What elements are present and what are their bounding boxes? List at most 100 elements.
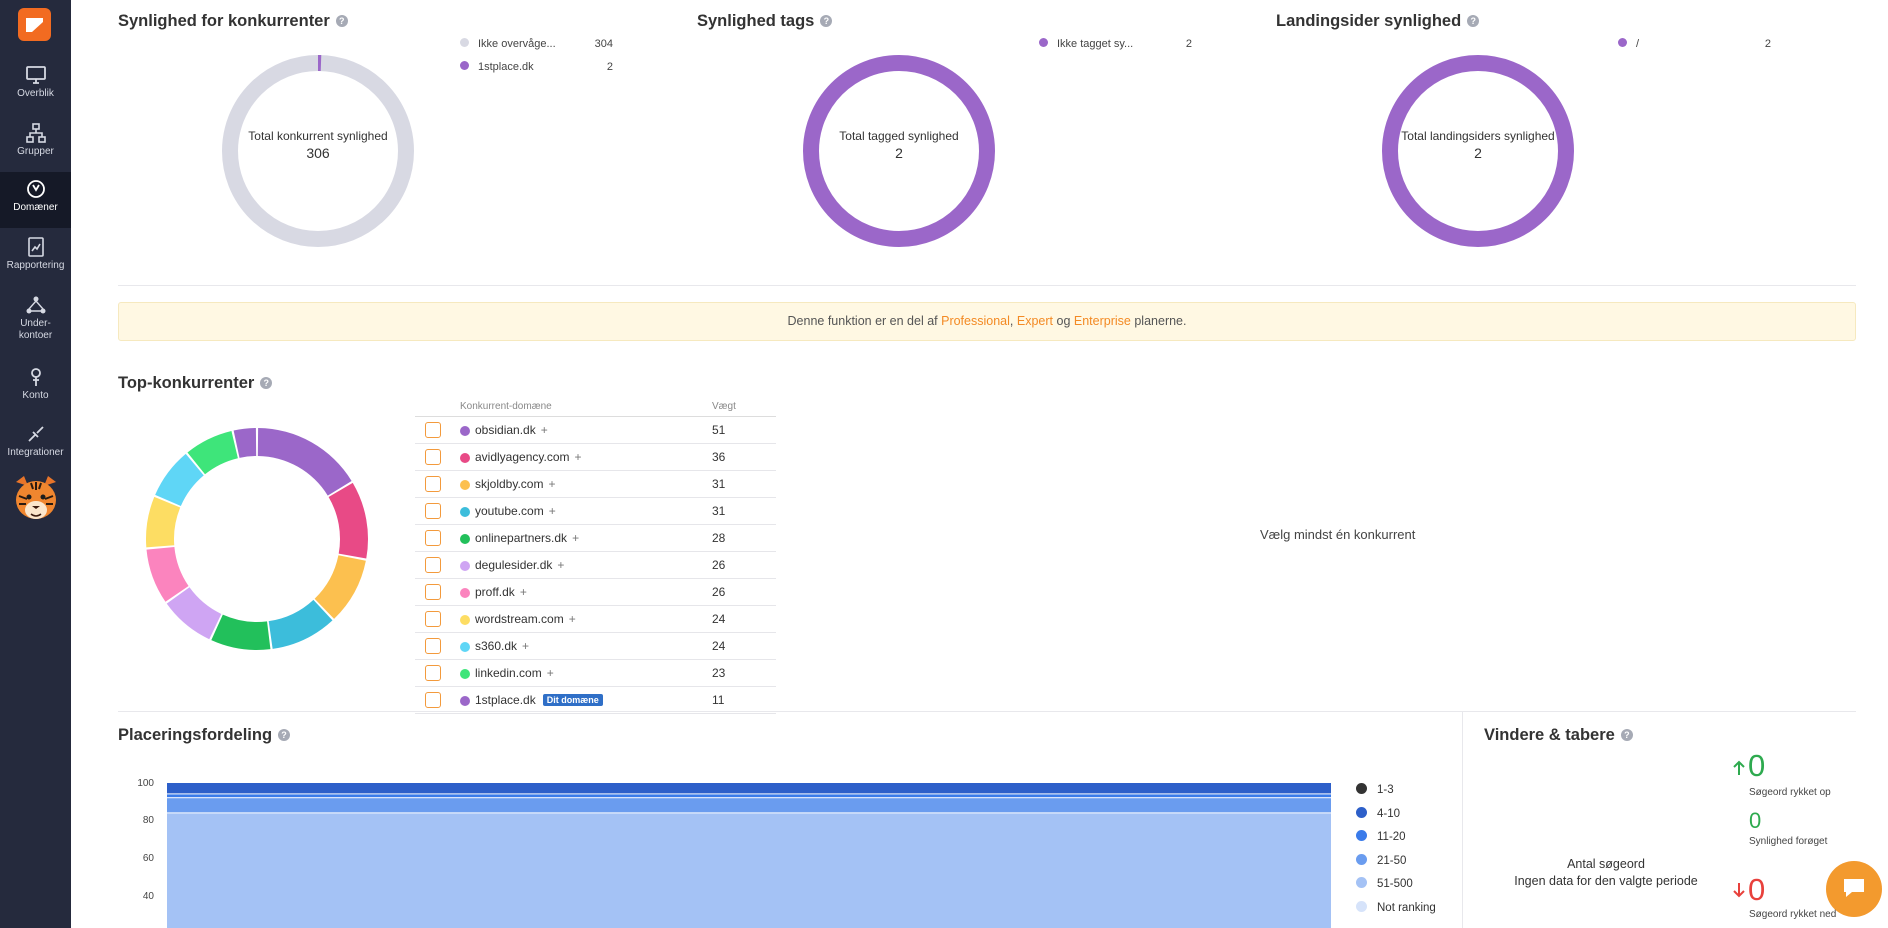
- plan-enterprise-link[interactable]: Enterprise: [1074, 314, 1131, 328]
- help-icon[interactable]: ?: [1467, 15, 1480, 27]
- sidebar-item-subaccounts[interactable]: Under- kontoer: [0, 288, 71, 354]
- competitor-weight: 26: [712, 558, 726, 572]
- plan-expert-link[interactable]: Expert: [1017, 314, 1053, 328]
- add-competitor-icon[interactable]: +: [520, 585, 527, 599]
- add-competitor-icon[interactable]: +: [541, 423, 548, 437]
- add-competitor-icon[interactable]: +: [522, 639, 529, 653]
- series-color-dot: [460, 534, 470, 544]
- competitor-domain[interactable]: obsidian.dk +: [475, 423, 548, 437]
- sidebar-item-integrations[interactable]: Integrationer: [0, 417, 71, 473]
- competitor-domain[interactable]: s360.dk +: [475, 639, 529, 653]
- legend-item[interactable]: 51-500: [1356, 877, 1413, 890]
- series-color-dot: [460, 561, 470, 571]
- table-row: 1stplace.dk Dit domæne 11: [415, 687, 776, 714]
- competitor-domain[interactable]: wordstream.com +: [475, 612, 576, 626]
- add-competitor-icon[interactable]: +: [572, 531, 579, 545]
- add-competitor-icon[interactable]: +: [575, 450, 582, 464]
- help-icon[interactable]: ?: [278, 729, 291, 741]
- sidebar-item-domains[interactable]: Domæner: [0, 172, 71, 228]
- legend-item[interactable]: Ikke tagget sy... 2: [1039, 38, 1192, 50]
- area-series-11-20[interactable]: [167, 794, 1331, 798]
- help-icon[interactable]: ?: [335, 15, 348, 27]
- donut-slice[interactable]: [314, 555, 366, 619]
- legend-item[interactable]: Not ranking: [1356, 900, 1436, 914]
- competitor-checkbox[interactable]: [425, 692, 441, 708]
- donut-slice[interactable]: [211, 614, 271, 650]
- competitor-checkbox[interactable]: [425, 476, 441, 492]
- table-row: onlinepartners.dk + 28: [415, 525, 776, 552]
- competitor-checkbox[interactable]: [425, 665, 441, 681]
- add-competitor-icon[interactable]: +: [547, 666, 554, 680]
- competitor-checkbox[interactable]: [425, 449, 441, 465]
- add-competitor-icon[interactable]: +: [557, 558, 564, 572]
- competitor-checkbox[interactable]: [425, 584, 441, 600]
- competitor-checkbox[interactable]: [425, 611, 441, 627]
- divider: [118, 285, 1856, 286]
- sidebar-item-groups[interactable]: Grupper: [0, 116, 71, 172]
- competitor-checkbox[interactable]: [425, 530, 441, 546]
- competitor-domain[interactable]: youtube.com +: [475, 504, 556, 518]
- sidebar: Overblik Grupper Domæner Rapportering Un…: [0, 0, 71, 928]
- series-color-dot: [460, 480, 470, 490]
- help-icon[interactable]: ?: [820, 15, 833, 27]
- competitor-domain[interactable]: degulesider.dk +: [475, 558, 564, 572]
- sidebar-item-account[interactable]: Konto: [0, 360, 71, 416]
- competitor-checkbox[interactable]: [425, 503, 441, 519]
- arrow-up-icon: [1733, 760, 1745, 775]
- sidebar-item-reporting[interactable]: Rapportering: [0, 230, 71, 286]
- area-series-51-500[interactable]: [167, 813, 1331, 928]
- add-competitor-icon[interactable]: +: [549, 504, 556, 518]
- competitor-checkbox[interactable]: [425, 557, 441, 573]
- column-header-weight[interactable]: Vægt: [712, 401, 736, 412]
- competitor-domain[interactable]: avidlyagency.com +: [475, 450, 582, 464]
- accuranker-logo[interactable]: [18, 8, 51, 41]
- competitor-checkbox[interactable]: [425, 422, 441, 438]
- tiger-mascot-icon[interactable]: [10, 472, 62, 528]
- competitor-weight: 51: [712, 423, 726, 437]
- legend-item[interactable]: /2: [1618, 38, 1771, 50]
- landing-visibility-center: Total landingsiders synlighed 2: [1401, 129, 1555, 161]
- competitor-domain[interactable]: proff.dk +: [475, 585, 527, 599]
- area-series-21-50[interactable]: [167, 798, 1331, 813]
- legend-item[interactable]: 1stplace.dk 2: [460, 61, 613, 73]
- legend-item[interactable]: 4-10: [1356, 806, 1400, 820]
- area-series-4-10[interactable]: [167, 783, 1331, 794]
- sidebar-item-overview[interactable]: Overblik: [0, 58, 71, 114]
- competitor-weight: 11: [712, 693, 725, 707]
- series-color-dot: [460, 696, 470, 706]
- competitor-domain[interactable]: 1stplace.dk Dit domæne: [475, 693, 603, 707]
- competitor-domain[interactable]: onlinepartners.dk +: [475, 531, 579, 545]
- donut-slice[interactable]: [233, 428, 257, 458]
- competitor-weight: 28: [712, 531, 726, 545]
- table-row: wordstream.com + 24: [415, 606, 776, 633]
- competitor-weight: 24: [712, 612, 726, 626]
- legend-item[interactable]: 11-20: [1356, 830, 1406, 843]
- legend-item[interactable]: 21-50: [1356, 853, 1406, 867]
- column-header-domain[interactable]: Konkurrent-domæne: [460, 401, 552, 412]
- y-tick-label: 60: [142, 853, 154, 864]
- donut-slice[interactable]: [328, 482, 368, 559]
- table-header: Konkurrent-domæne Vægt: [415, 397, 776, 417]
- table-row: skjoldby.com + 31: [415, 471, 776, 498]
- series-color-dot: [460, 426, 470, 436]
- donut-slice[interactable]: [257, 428, 352, 496]
- competitor-domain[interactable]: linkedin.com +: [475, 666, 554, 680]
- add-competitor-icon[interactable]: +: [548, 477, 555, 491]
- divider: [118, 711, 1856, 712]
- help-icon[interactable]: ?: [1620, 729, 1633, 741]
- table-row: s360.dk + 24: [415, 633, 776, 660]
- keywords-down-label: Søgeord rykket ned: [1749, 909, 1837, 920]
- subaccounts-icon: [26, 296, 45, 314]
- plan-professional-link[interactable]: Professional: [941, 314, 1010, 328]
- chat-button[interactable]: [1826, 861, 1882, 917]
- legend-item[interactable]: Ikke overvåge... 304: [460, 38, 613, 50]
- add-competitor-icon[interactable]: +: [569, 612, 576, 626]
- help-icon[interactable]: ?: [260, 377, 273, 389]
- legend-item[interactable]: 1-3: [1356, 783, 1394, 796]
- donut-slice[interactable]: [146, 496, 181, 548]
- rank-distribution-chart: [167, 783, 1331, 928]
- table-row: linkedin.com + 23: [415, 660, 776, 687]
- competitor-checkbox[interactable]: [425, 638, 441, 654]
- monitor-icon: [25, 66, 46, 84]
- competitor-domain[interactable]: skjoldby.com +: [475, 477, 555, 491]
